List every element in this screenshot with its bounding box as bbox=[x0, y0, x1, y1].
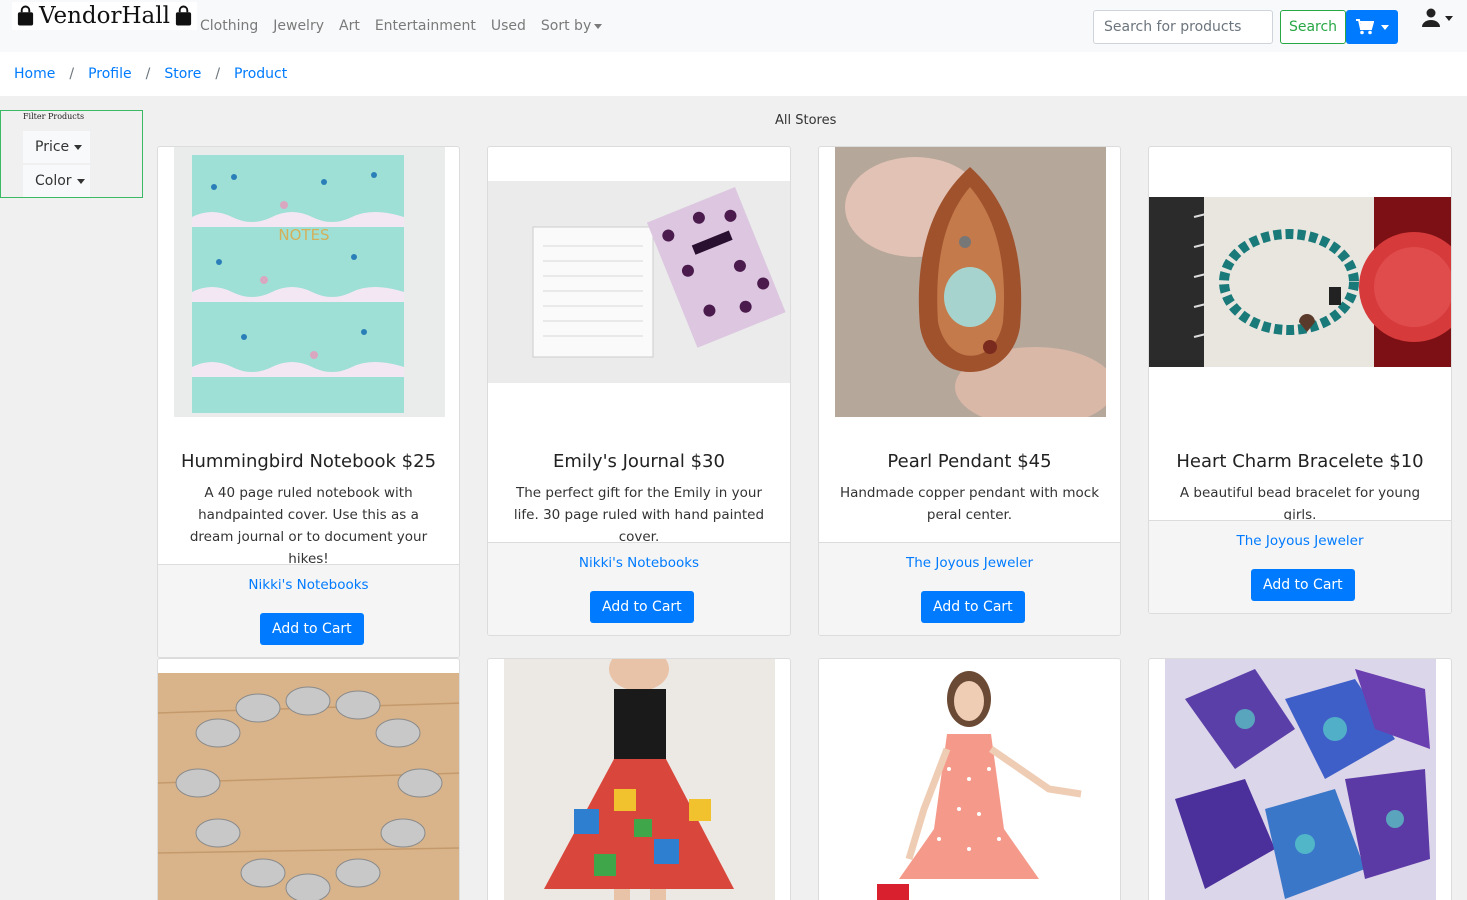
dice-image-icon bbox=[1165, 659, 1436, 900]
sort-by-dropdown[interactable]: Sort by bbox=[540, 18, 603, 34]
product-description: The perfect gift for the Emily in your l… bbox=[513, 485, 765, 545]
breadcrumb: Home / Profile / Store / Product bbox=[0, 52, 1467, 96]
product-image[interactable] bbox=[1149, 197, 1451, 367]
shopping-bag-icon bbox=[17, 5, 34, 26]
brand-logo[interactable]: VendorHall bbox=[12, 2, 197, 30]
category-nav: Clothing Jewelry Art Entertainment Used … bbox=[200, 18, 617, 34]
product-card: NOTES Hummingbird Notebook $25 A 40 page… bbox=[157, 146, 460, 658]
skirt-image-icon bbox=[504, 659, 775, 900]
product-image[interactable] bbox=[488, 181, 790, 383]
add-to-cart-button[interactable]: Add to Cart bbox=[1251, 569, 1355, 601]
search-button[interactable]: Search bbox=[1280, 10, 1346, 44]
breadcrumb-separator: / bbox=[215, 66, 221, 82]
color-filter-label: Color bbox=[35, 173, 72, 189]
product-image[interactable] bbox=[1165, 659, 1436, 900]
product-image[interactable] bbox=[158, 673, 459, 900]
search-input[interactable] bbox=[1093, 10, 1273, 44]
add-to-cart-button[interactable]: Add to Cart bbox=[921, 591, 1025, 623]
caret-down-icon bbox=[594, 23, 603, 29]
nav-link-jewelry[interactable]: Jewelry bbox=[273, 18, 324, 34]
product-card: Emily's Journal $30 The perfect gift for… bbox=[487, 146, 791, 636]
price-filter-dropdown[interactable]: Price bbox=[23, 131, 90, 163]
nav-link-art[interactable]: Art bbox=[339, 18, 360, 34]
product-description: Handmade copper pendant with mock peral … bbox=[839, 485, 1100, 523]
breadcrumb-store[interactable]: Store bbox=[164, 66, 201, 82]
product-card: Pearl Pendant $45 Handmade copper pendan… bbox=[818, 146, 1121, 636]
cart-icon bbox=[1355, 19, 1374, 35]
user-icon bbox=[1422, 8, 1440, 27]
top-navbar: VendorHall Clothing Jewelry Art Entertai… bbox=[0, 0, 1467, 52]
product-image[interactable] bbox=[819, 659, 1120, 900]
card-footer: The Joyous Jeweler Add to Cart bbox=[819, 542, 1120, 635]
nav-link-entertainment[interactable]: Entertainment bbox=[375, 18, 476, 34]
product-card bbox=[1148, 658, 1452, 900]
store-link[interactable]: The Joyous Jeweler bbox=[819, 555, 1120, 571]
breadcrumb-product[interactable]: Product bbox=[234, 66, 287, 82]
breadcrumb-profile[interactable]: Profile bbox=[88, 66, 132, 82]
product-description: A 40 page ruled notebook with handpainte… bbox=[189, 485, 428, 567]
bracelet-image-icon bbox=[1149, 197, 1451, 367]
notebook-image-icon: NOTES bbox=[174, 147, 445, 417]
product-card: Heart Charm Bracelete $10 A beautiful be… bbox=[1148, 146, 1452, 614]
shopping-bag-icon bbox=[175, 5, 192, 26]
filter-panel: Filter Products Price Color bbox=[0, 110, 143, 198]
product-image[interactable] bbox=[504, 659, 775, 900]
pendant-image-icon bbox=[835, 147, 1106, 417]
card-footer: Nikki's Notebooks Add to Cart bbox=[488, 542, 790, 635]
product-title: Pearl Pendant $45 bbox=[887, 451, 1052, 472]
add-to-cart-button[interactable]: Add to Cart bbox=[260, 613, 364, 645]
product-title: Heart Charm Bracelete $10 bbox=[1176, 451, 1424, 472]
svg-text:NOTES: NOTES bbox=[278, 226, 329, 244]
breadcrumb-home[interactable]: Home bbox=[14, 66, 55, 82]
card-footer: Nikki's Notebooks Add to Cart bbox=[158, 564, 459, 657]
caret-down-icon bbox=[74, 144, 83, 150]
product-title: Hummingbird Notebook $25 bbox=[180, 451, 437, 472]
store-link[interactable]: Nikki's Notebooks bbox=[158, 577, 459, 593]
product-image[interactable] bbox=[835, 147, 1106, 417]
product-card bbox=[157, 658, 460, 900]
cart-dropdown-button[interactable] bbox=[1346, 10, 1398, 44]
product-image[interactable]: NOTES bbox=[174, 147, 445, 417]
dress-image-icon bbox=[819, 659, 1120, 900]
nav-link-clothing[interactable]: Clothing bbox=[200, 18, 258, 34]
color-filter-dropdown[interactable]: Color bbox=[23, 165, 90, 197]
breadcrumb-separator: / bbox=[145, 66, 151, 82]
product-title: Emily's Journal $30 bbox=[553, 451, 725, 472]
sort-by-label: Sort by bbox=[540, 18, 592, 34]
breadcrumb-separator: / bbox=[69, 66, 75, 82]
nav-link-used[interactable]: Used bbox=[491, 18, 526, 34]
store-link[interactable]: The Joyous Jeweler bbox=[1149, 533, 1451, 549]
store-link[interactable]: Nikki's Notebooks bbox=[488, 555, 790, 571]
caret-down-icon bbox=[1445, 15, 1453, 21]
card-footer: The Joyous Jeweler Add to Cart bbox=[1149, 520, 1451, 613]
product-card bbox=[818, 658, 1121, 900]
filter-title: Filter Products bbox=[23, 112, 85, 121]
brand-name: VendorHall bbox=[39, 3, 170, 29]
add-to-cart-button[interactable]: Add to Cart bbox=[590, 591, 694, 623]
journal-image-icon bbox=[488, 181, 790, 383]
section-heading: All Stores bbox=[775, 113, 837, 128]
caret-down-icon bbox=[76, 178, 85, 184]
price-filter-label: Price bbox=[35, 139, 70, 155]
user-menu-dropdown[interactable] bbox=[1422, 8, 1453, 28]
necklace-image-icon bbox=[158, 673, 459, 900]
product-card bbox=[487, 658, 791, 900]
caret-down-icon bbox=[1380, 24, 1389, 30]
